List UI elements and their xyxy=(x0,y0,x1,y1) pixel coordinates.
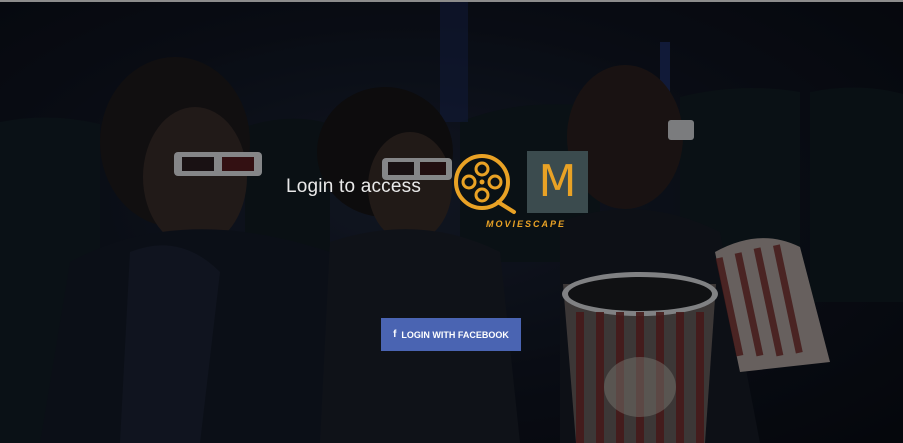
film-reel-logo-icon xyxy=(454,154,516,214)
login-with-facebook-button[interactable]: f LOGIN WITH FACEBOOK xyxy=(381,318,521,351)
cinema-background-image xyxy=(0,2,903,443)
facebook-icon: f xyxy=(393,329,397,340)
brand-name: MOVIESCAPE xyxy=(486,219,567,229)
brand-logo-letter: M xyxy=(538,156,577,207)
login-prompt-text: Login to access xyxy=(286,176,422,197)
brand-logo-badge: M xyxy=(527,151,588,213)
login-with-facebook-label: LOGIN WITH FACEBOOK xyxy=(401,329,509,340)
